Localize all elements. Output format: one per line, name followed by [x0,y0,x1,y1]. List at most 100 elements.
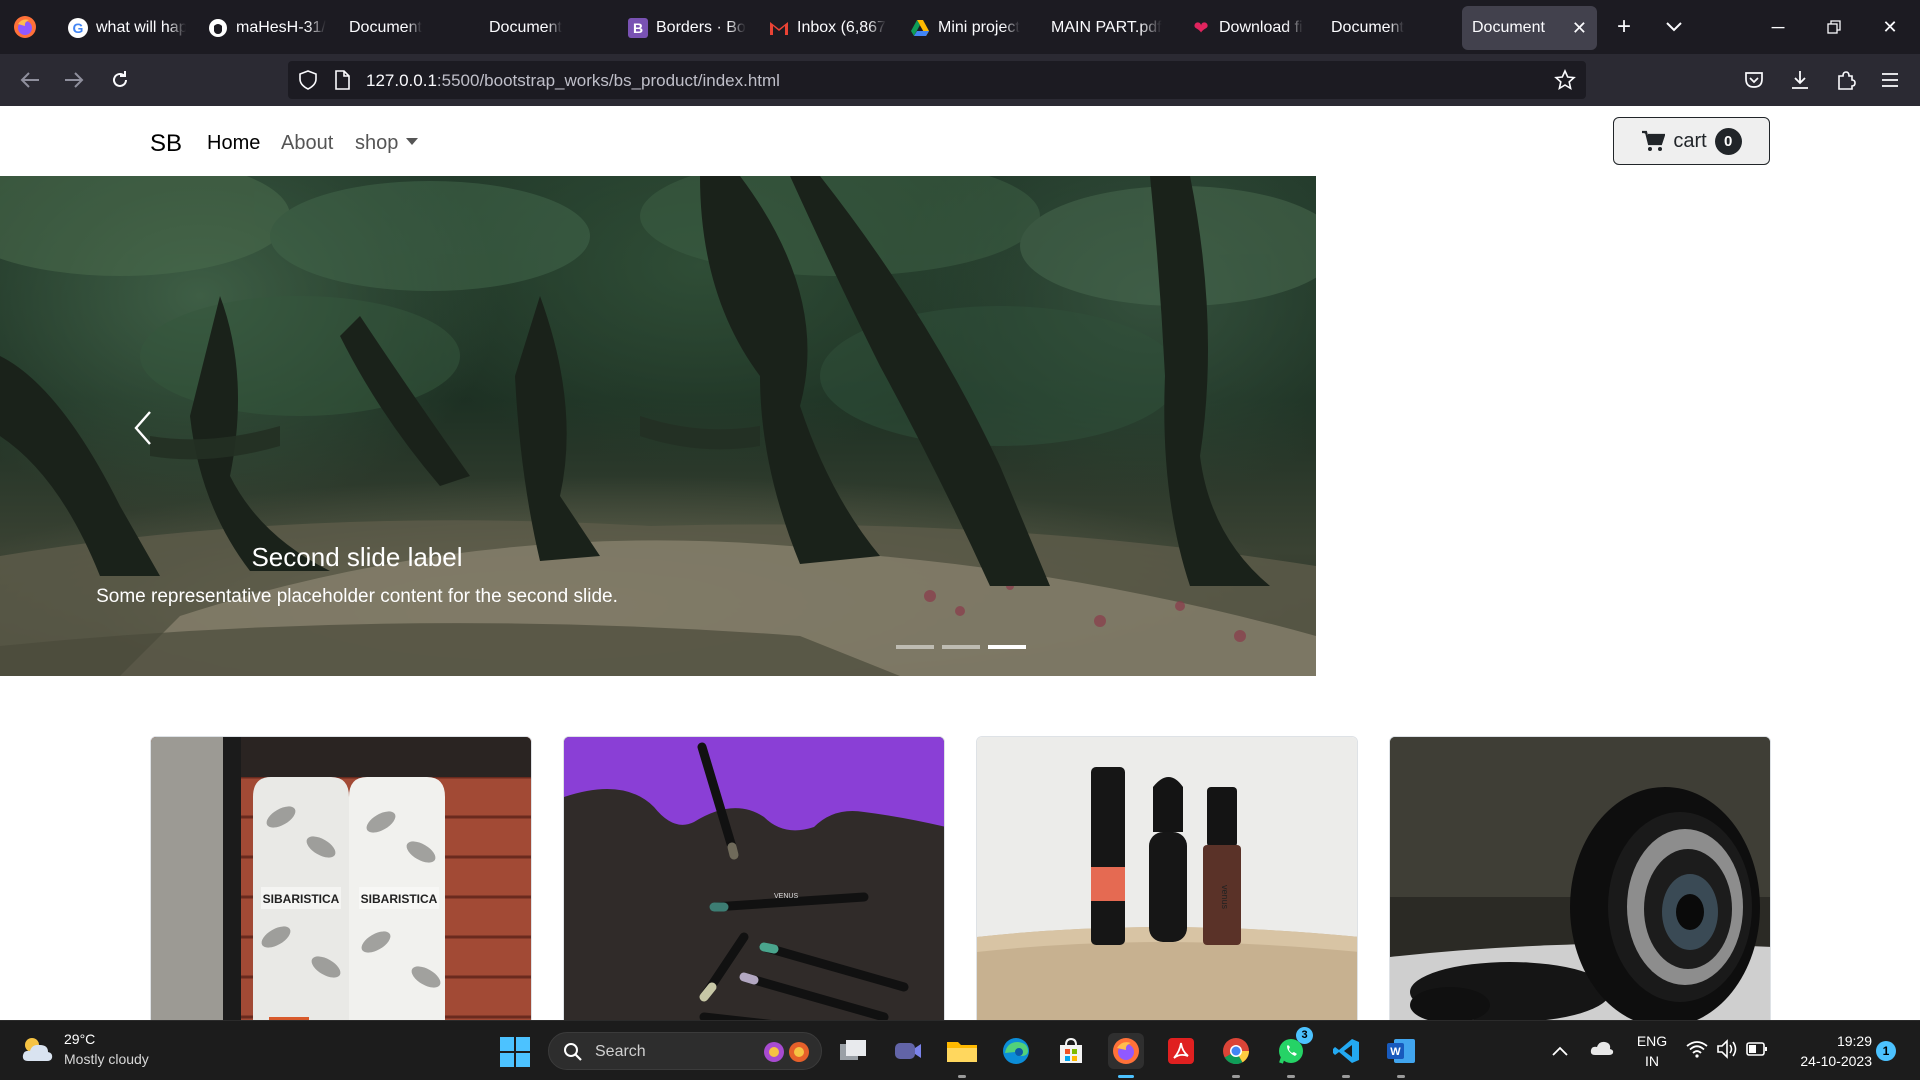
running-indicator [1342,1075,1350,1078]
running-indicator [1118,1075,1134,1078]
url-path: :5500/bootstrap_works/bs_product/index.h… [436,71,780,90]
tab-label: Download fi [1219,19,1303,36]
vscode-icon[interactable] [1328,1033,1364,1078]
firefox-menu-icon[interactable] [12,14,38,40]
restore-icon[interactable] [1806,0,1862,54]
new-tab-icon[interactable]: + [1596,0,1652,54]
search-icon [563,1042,583,1067]
browser-tab[interactable]: Document [349,6,459,50]
browser-tab-bar: G what will hap maHesH-31/ Document Docu… [0,0,1920,54]
reload-icon[interactable] [104,64,136,96]
forward-arrow-icon[interactable] [58,64,90,96]
browser-tab[interactable]: maHesH-31/ [208,6,326,50]
close-window-icon[interactable]: ✕ [1862,0,1918,54]
weather-temperature[interactable]: 29°C [64,1031,95,1047]
browser-tab[interactable]: Document [489,6,599,50]
tab-label: what will hap [96,19,186,36]
browser-tab[interactable]: Mini project [910,6,1028,50]
browser-tab[interactable]: Inbox (6,867 [769,6,887,50]
pocket-icon[interactable] [1738,64,1770,96]
volume-icon[interactable] [1716,1039,1738,1064]
bootstrap-icon: B [628,18,648,38]
tab-label: Borders · Boo [656,19,746,36]
back-arrow-icon[interactable] [14,64,46,96]
carousel-prev-icon[interactable] [128,408,160,448]
tab-label: Mini project [938,19,1020,36]
language-region: IN [1645,1053,1659,1069]
product-card[interactable]: SIBARISTICA SIBARISTICA [150,736,532,1020]
tray-overflow-chevron-icon[interactable] [1552,1043,1568,1061]
nav-dropdown-shop[interactable]: shop [355,132,419,155]
carousel-indicator-active[interactable] [988,645,1026,649]
search-label: Search [595,1043,646,1060]
site-navbar: SB Home About shop cart 0 [0,106,1920,176]
browser-tab-active[interactable]: Document ✕ [1462,6,1597,50]
cart-count-badge: 0 [1714,127,1742,155]
carousel-indicator[interactable] [942,645,980,649]
page-info-icon[interactable] [334,70,350,95]
weather-cloud-icon[interactable] [20,1035,54,1070]
battery-icon[interactable] [1746,1042,1768,1061]
search-highlight-icon [761,1039,813,1070]
pencil-brand-text: VENUS [774,893,798,900]
address-bar[interactable]: 127.0.0.1:5500/bootstrap_works/bs_produc… [288,61,1586,99]
browser-tab[interactable]: B Borders · Boo [628,6,746,50]
shield-icon[interactable] [298,70,318,95]
product-card[interactable]: VENUS [563,736,945,1020]
gmail-icon [769,18,789,38]
downloads-icon[interactable] [1784,64,1816,96]
product-card[interactable] [1389,736,1771,1020]
browser-tab[interactable]: Document [1331,6,1441,50]
heart-icon: ❤ [1193,17,1209,38]
hamburger-menu-icon[interactable] [1874,64,1906,96]
windows-start-icon[interactable] [500,1037,530,1072]
product-card[interactable]: venus [976,736,1358,1020]
firefox-icon[interactable] [1108,1033,1144,1078]
carousel-indicator[interactable] [896,645,934,649]
browser-toolbar: 127.0.0.1:5500/bootstrap_works/bs_produc… [0,54,1920,106]
chrome-icon[interactable] [1218,1033,1254,1078]
file-explorer-icon[interactable] [944,1033,980,1078]
onedrive-cloud-icon[interactable] [1590,1040,1614,1061]
nav-link-about[interactable]: About [281,132,333,155]
svg-text:W: W [1390,1046,1401,1058]
tab-label: maHesH-31/ [236,19,326,36]
nav-link-home[interactable]: Home [207,132,260,155]
edge-icon[interactable] [998,1033,1034,1069]
caret-down-icon [406,138,419,145]
notification-badge[interactable]: 1 [1876,1041,1896,1061]
whatsapp-icon[interactable]: 3 [1273,1027,1313,1078]
tab-label: Document [1331,19,1404,36]
cart-button[interactable]: cart 0 [1613,117,1770,165]
whatsapp-badge: 3 [1296,1027,1313,1044]
wifi-icon[interactable] [1686,1040,1708,1063]
windows-taskbar: 29°C Mostly cloudy Search 3 W ENG IN 19:… [0,1020,1920,1080]
coffee-bags-image: SIBARISTICA SIBARISTICA [151,737,531,1020]
microsoft-store-icon[interactable] [1053,1033,1089,1069]
shopping-cart-icon [1641,130,1666,152]
task-view-icon[interactable] [835,1033,871,1069]
google-icon: G [68,18,88,38]
word-icon[interactable]: W [1383,1033,1419,1078]
clock-date: 24-10-2023 [1800,1053,1872,1069]
eyeliner-pencils-image: VENUS [564,737,944,1020]
url-text[interactable]: 127.0.0.1:5500/bootstrap_works/bs_produc… [366,71,780,91]
extensions-icon[interactable] [1830,64,1862,96]
teams-meet-icon[interactable] [890,1033,926,1069]
browser-tab[interactable]: G what will hap [68,6,186,50]
web-page: SB Home About shop cart 0 Second slide l… [0,106,1920,1020]
bookmark-star-icon[interactable] [1554,69,1576,96]
tab-label: Document [1472,19,1545,36]
minimize-icon[interactable]: ─ [1750,0,1806,54]
close-tab-icon[interactable]: ✕ [1572,18,1587,39]
browser-tab[interactable]: MAIN PART.pdf [1051,6,1169,50]
taskbar-search-box[interactable]: Search [548,1032,822,1070]
weather-description[interactable]: Mostly cloudy [64,1051,149,1067]
clock[interactable]: 19:29 24-10-2023 [1780,1031,1872,1071]
acrobat-icon[interactable] [1163,1033,1199,1069]
browser-tab[interactable]: ❤ Download fi [1191,6,1309,50]
language-indicator[interactable]: ENG IN [1632,1031,1672,1071]
tab-label: Document [349,19,422,36]
brand-logo[interactable]: SB [150,130,182,158]
tab-list-chevron-icon[interactable] [1646,0,1702,54]
